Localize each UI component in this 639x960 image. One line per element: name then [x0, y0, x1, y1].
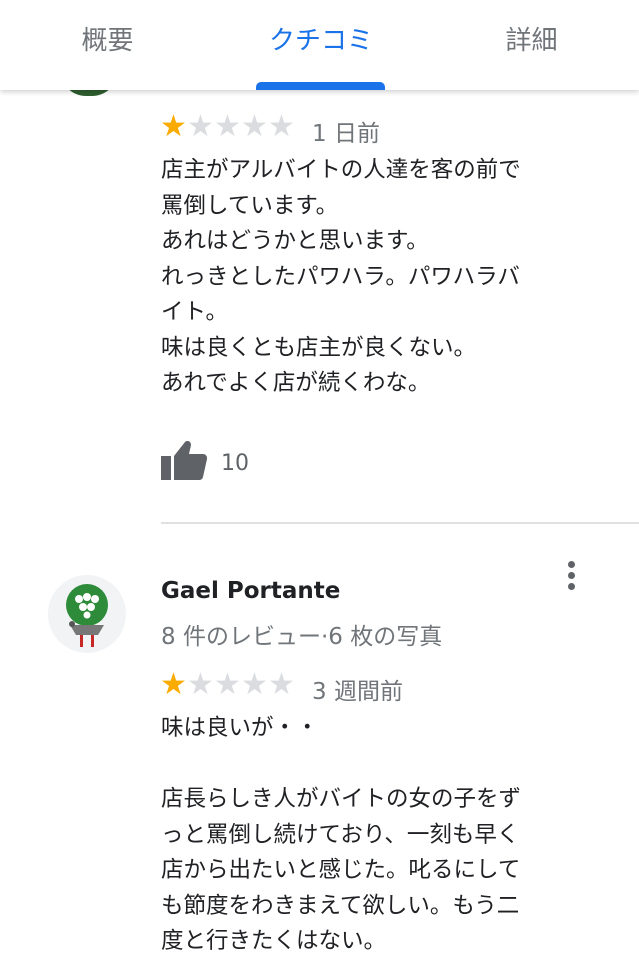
review-line: れっきとしたパワハラ。パワハラバ [161, 263, 520, 290]
star-empty-icon: ★ [214, 109, 241, 144]
star-filled-icon: ★ [160, 667, 187, 702]
tab-reviews[interactable]: クチコミ [240, 0, 402, 90]
author-stats: 8 件のレビュー·6 枚の写真 [161, 624, 443, 650]
review-text: 店主がアルバイトの人達を客の前で 罵倒しています。あれはどうかと思います。れっきと… [161, 153, 521, 402]
review-line: 度と行きたくはない。 [161, 928, 387, 954]
review-time: 1 日前 [312, 121, 380, 147]
review-line: 罵倒しています。 [161, 192, 339, 219]
star-empty-icon: ★ [241, 667, 268, 702]
review-line: っと罵倒し続けており、一刻も早く [161, 821, 520, 848]
tab-overview[interactable]: 概要 [50, 0, 165, 90]
star-rating: ★ ★ ★ ★ ★ [160, 670, 295, 700]
avatar[interactable] [48, 575, 126, 653]
like-button[interactable] [160, 439, 208, 481]
review-line: 味は良いが・・ [161, 715, 319, 741]
star-empty-icon: ★ [187, 109, 214, 144]
review-text: 味は良いが・・店長らしき人がバイトの女の子をず っと罵倒し続けており、一刻も早く店… [161, 711, 521, 960]
star-filled-icon: ★ [160, 109, 187, 144]
review-line: 店から出たいと感じた。叱るにして [161, 857, 521, 883]
review-line [161, 747, 521, 783]
review-line: 味は良くとも店主が良くない。 [161, 334, 477, 361]
tab-bar: 概要 クチコミ 詳細 [0, 0, 639, 90]
review-line: あれはどうかと思います。 [161, 228, 429, 254]
divider [161, 522, 639, 524]
star-empty-icon: ★ [241, 109, 268, 144]
like-count: 10 [221, 451, 249, 476]
star-empty-icon: ★ [214, 667, 241, 702]
star-empty-icon: ★ [268, 667, 295, 702]
review-line: 店主がアルバイトの人達を客の前で [161, 157, 521, 183]
review-line: 店長らしき人がバイトの女の子をず [161, 786, 522, 812]
review-line: も節度をわきまえて欲しい。もう二 [161, 892, 520, 919]
star-empty-icon: ★ [268, 109, 295, 144]
avatar-illustration [66, 584, 108, 647]
review-line: イト。 [161, 299, 229, 325]
review-time: 3 週間前 [312, 679, 403, 705]
tab-details[interactable]: 詳細 [474, 0, 589, 90]
thumbs-up-icon [161, 441, 208, 480]
active-tab-indicator [256, 82, 385, 90]
more-vert-icon[interactable] [556, 556, 588, 596]
star-rating: ★ ★ ★ ★ ★ [160, 112, 295, 142]
author-name[interactable]: Gael Portante [161, 578, 340, 604]
star-empty-icon: ★ [187, 667, 214, 702]
review-line: あれでよく店が続くわな。 [161, 370, 431, 396]
